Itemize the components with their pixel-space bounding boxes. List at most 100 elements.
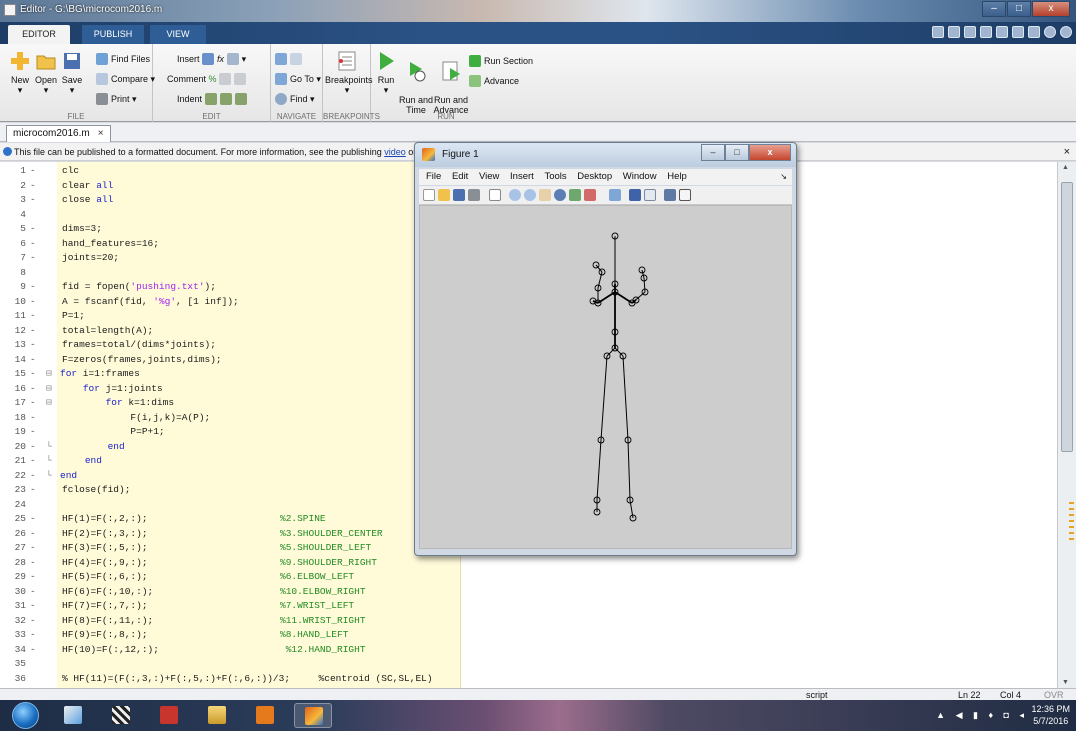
breakpoint-marker[interactable]: - [30, 367, 36, 382]
code-fold-icon[interactable]: ⊟ [46, 382, 52, 397]
menu-dock-arrow-icon[interactable]: ↘ [780, 169, 787, 185]
run-section-button[interactable]: Run Section [469, 54, 533, 69]
taskbar-clock[interactable]: 12:36 PM 5/7/2016 [1031, 703, 1070, 727]
line-number[interactable]: 7 [4, 251, 26, 266]
goto-button[interactable]: Go To ▾ [275, 72, 321, 87]
run-and-advance-button[interactable]: Run and Advance [431, 50, 471, 115]
breakpoint-marker[interactable]: - [30, 440, 36, 455]
close-tab-icon[interactable]: × [98, 128, 104, 139]
line-number[interactable]: 1 [4, 164, 26, 179]
breakpoint-marker[interactable]: - [30, 164, 36, 179]
breakpoint-marker[interactable]: - [30, 353, 36, 368]
open-file-icon[interactable] [438, 189, 450, 201]
warning-mark[interactable] [1069, 508, 1074, 510]
vertical-scrollbar[interactable]: ▲ ▼ [1057, 162, 1076, 688]
line-number[interactable]: 8 [4, 266, 26, 281]
options-icon[interactable] [1060, 26, 1072, 38]
close-infobar-icon[interactable]: × [1064, 143, 1070, 161]
line-number[interactable]: 15 [4, 367, 26, 382]
tab-microcom2016[interactable]: microcom2016.m × [6, 125, 111, 142]
maximize-button[interactable]: □ [1007, 1, 1031, 17]
breakpoints-button[interactable]: Breakpoints ▾ [325, 50, 373, 96]
breakpoint-marker[interactable]: - [30, 469, 36, 484]
line-number[interactable]: 24 [4, 498, 26, 513]
code-line[interactable]: 29- HF(5)=F(:,6,:); %6.ELBOW_LEFT [0, 570, 1057, 585]
switch-windows-icon[interactable] [1028, 26, 1040, 38]
line-number[interactable]: 25 [4, 512, 26, 527]
taskbar-app-pen[interactable] [54, 703, 92, 728]
line-number[interactable]: 33 [4, 628, 26, 643]
breakpoint-marker[interactable]: - [30, 382, 36, 397]
menu-view[interactable]: View [479, 171, 499, 182]
line-number[interactable]: 19 [4, 425, 26, 440]
print-figure-icon[interactable] [468, 189, 480, 201]
breakpoint-marker[interactable]: - [30, 396, 36, 411]
breakpoint-marker[interactable]: - [30, 483, 36, 498]
breakpoint-marker[interactable]: - [30, 338, 36, 353]
breakpoint-marker[interactable]: - [30, 251, 36, 266]
line-number[interactable]: 27 [4, 541, 26, 556]
taskbar-app-matlab[interactable] [294, 703, 332, 728]
code-fold-icon[interactable]: └ [46, 469, 52, 484]
line-number[interactable]: 9 [4, 280, 26, 295]
code-line[interactable]: 30- HF(6)=F(:,10,:); %10.ELBOW_RIGHT [0, 585, 1057, 600]
system-tray[interactable]: ▲ ◀ ▮ ♦ ◘ ◂ [936, 710, 1028, 721]
line-number[interactable]: 14 [4, 353, 26, 368]
code-line[interactable]: 34- HF(10)=F(:,12,:); %12.HAND_RIGHT [0, 643, 1057, 658]
indent-button[interactable]: Indent [177, 92, 250, 107]
line-number[interactable]: 17 [4, 396, 26, 411]
tab-editor[interactable]: EDITOR [8, 25, 70, 44]
figure-title-bar[interactable]: Figure 1 – □ x [415, 143, 796, 167]
breakpoint-marker[interactable]: - [30, 628, 36, 643]
line-number[interactable]: 23 [4, 483, 26, 498]
menu-file[interactable]: File [426, 171, 441, 182]
breakpoint-marker[interactable]: - [30, 309, 36, 324]
breakpoint-marker[interactable]: - [30, 512, 36, 527]
warning-mark[interactable] [1069, 538, 1074, 540]
code-fold-icon[interactable]: ⊟ [46, 367, 52, 382]
breakpoint-marker[interactable]: - [30, 179, 36, 194]
taskbar-app-chess[interactable] [102, 703, 140, 728]
paste-icon[interactable] [980, 26, 992, 38]
cut-icon[interactable] [948, 26, 960, 38]
line-number[interactable]: 21 [4, 454, 26, 469]
tab-publish[interactable]: PUBLISH [82, 25, 144, 44]
brush-icon[interactable] [584, 189, 596, 201]
line-number[interactable]: 28 [4, 556, 26, 571]
taskbar-app-explorer[interactable] [198, 703, 236, 728]
data-cursor-icon[interactable] [569, 189, 581, 201]
code-line[interactable]: 33- HF(9)=F(:,8,:); %8.HAND_LEFT [0, 628, 1057, 643]
line-number[interactable]: 22 [4, 469, 26, 484]
pan-icon[interactable] [539, 189, 551, 201]
breakpoint-marker[interactable]: - [30, 425, 36, 440]
figure-maximize-button[interactable]: □ [725, 144, 749, 161]
comment-button[interactable]: Comment % [167, 72, 249, 87]
figure-window[interactable]: Figure 1 – □ x File Edit View Insert Too… [414, 142, 797, 556]
line-number[interactable]: 32 [4, 614, 26, 629]
line-number[interactable]: 30 [4, 585, 26, 600]
tab-view[interactable]: VIEW [150, 25, 206, 44]
breakpoint-marker[interactable]: - [30, 222, 36, 237]
legend-icon[interactable] [644, 189, 656, 201]
line-number[interactable]: 29 [4, 570, 26, 585]
save-icon[interactable] [932, 26, 944, 38]
save-button[interactable]: Save ▾ [54, 50, 90, 96]
breakpoint-marker[interactable]: - [30, 599, 36, 614]
zoom-in-icon[interactable] [509, 189, 521, 201]
find-button[interactable]: Find ▾ [275, 92, 315, 107]
warning-mark[interactable] [1069, 526, 1074, 528]
breakpoint-marker[interactable]: - [30, 454, 36, 469]
line-number[interactable]: 13 [4, 338, 26, 353]
zoom-out-icon[interactable] [524, 189, 536, 201]
link-plot-icon[interactable] [609, 189, 621, 201]
code-fold-icon[interactable]: └ [46, 440, 52, 455]
code-fold-icon[interactable]: ⊟ [46, 396, 52, 411]
scroll-down-icon[interactable]: ▼ [1062, 679, 1069, 686]
rotate-3d-icon[interactable] [554, 189, 566, 201]
line-number[interactable]: 16 [4, 382, 26, 397]
line-number[interactable]: 31 [4, 599, 26, 614]
back-forward-buttons[interactable] [275, 52, 305, 67]
warning-mark[interactable] [1069, 502, 1074, 504]
copy-icon[interactable] [964, 26, 976, 38]
breakpoint-marker[interactable]: - [30, 237, 36, 252]
